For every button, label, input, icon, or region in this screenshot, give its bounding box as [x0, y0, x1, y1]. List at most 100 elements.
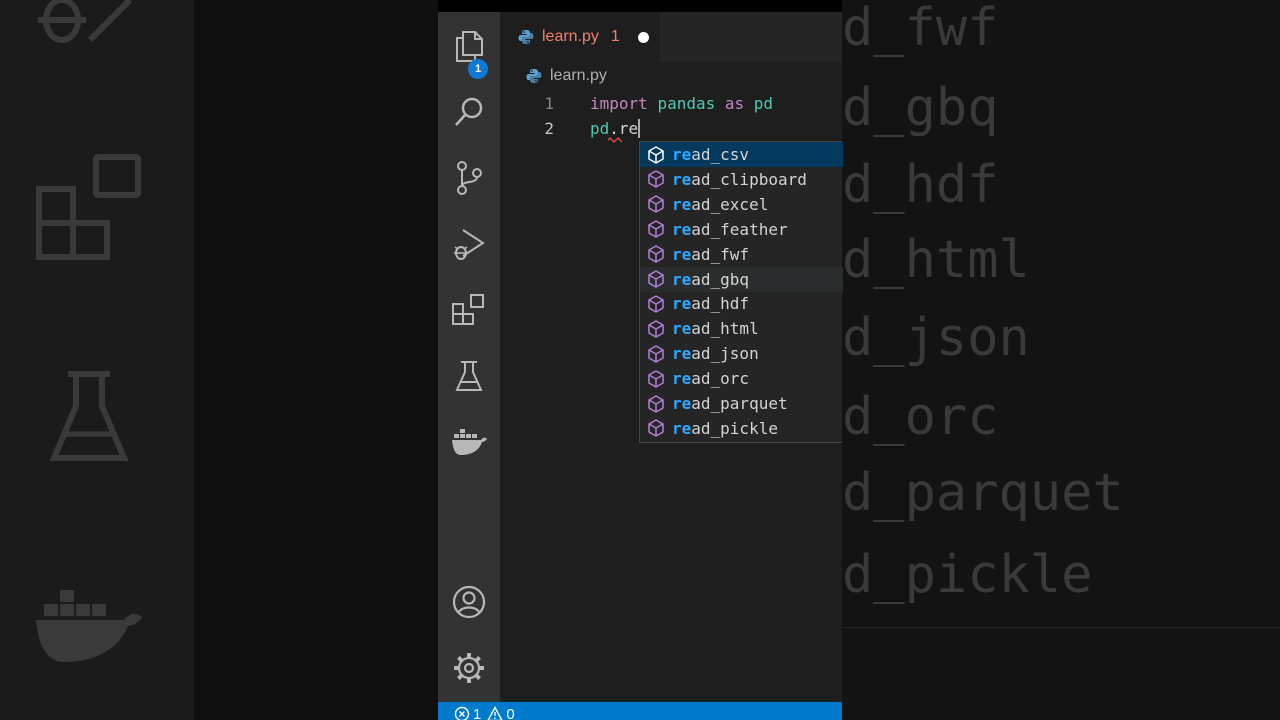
error-count: 1	[473, 705, 482, 720]
object-name: pd	[590, 119, 610, 138]
suggestion-item[interactable]: re ad_feather	[640, 217, 843, 242]
line-number: 1	[544, 94, 554, 113]
problems-indicator[interactable]: 1 0	[454, 702, 515, 720]
breadcrumb[interactable]: learn.py	[526, 64, 607, 88]
background-right-blurred: d_fwf d_gbq d_hdf d_html d_json d_orc d_…	[842, 0, 1280, 720]
suggestion-item[interactable]: re ad_orc	[640, 366, 843, 391]
code-line-1[interactable]: import pandas as pd	[590, 94, 773, 113]
activity-bar: 1	[438, 12, 500, 702]
text-cursor	[638, 118, 641, 138]
unsaved-dot-icon[interactable]	[637, 31, 649, 43]
suggestion-item[interactable]: re ad_json	[640, 341, 843, 366]
error-icon	[454, 706, 470, 720]
method-cube-icon	[648, 394, 664, 413]
tab-bar: learn.py 1	[500, 12, 842, 62]
method-cube-icon	[648, 170, 664, 189]
method-cube-icon	[648, 270, 664, 288]
line-number: 2	[544, 119, 554, 138]
suggestion-label: ad_html	[691, 319, 759, 339]
python-file-icon	[518, 30, 534, 44]
method-cube-icon	[648, 295, 664, 313]
suggestion-match: re	[672, 369, 692, 389]
settings-gear-icon[interactable]	[449, 648, 489, 688]
docker-icon[interactable]	[449, 422, 489, 462]
suggestion-item[interactable]: re ad_gbq	[640, 266, 843, 292]
run-debug-icon[interactable]	[449, 224, 489, 264]
search-icon[interactable]	[449, 92, 489, 132]
error-squiggle	[608, 137, 622, 143]
suggestion-match: re	[672, 169, 692, 189]
suggestion-match: re	[672, 294, 692, 314]
suggestion-item[interactable]: re ad_hdf	[640, 291, 843, 316]
suggestion-match: re	[672, 319, 692, 339]
explorer-badge: 1	[468, 59, 488, 79]
background-debug-icon	[38, 0, 133, 43]
autocomplete-suggestions: re ad_csv re ad_clipboard re ad_excel re ad_fea…	[639, 141, 843, 443]
warning-count: 0	[506, 705, 515, 720]
background-word: d_hdf	[842, 155, 999, 215]
background-extensions-icon	[36, 154, 141, 260]
method-cube-icon	[648, 344, 664, 363]
dot-operator: .	[609, 119, 619, 138]
python-file-icon	[526, 69, 542, 83]
suggestion-match: re	[672, 219, 692, 239]
tab-learn-py[interactable]: learn.py 1	[500, 12, 660, 62]
background-flask-icon	[49, 371, 129, 461]
suggestion-match: re	[672, 145, 692, 164]
suggestion-label: ad_parquet	[691, 394, 788, 413]
suggestion-item[interactable]: re ad_csv	[640, 142, 843, 167]
suggestion-item[interactable]: re ad_html	[640, 316, 843, 341]
module-alias: pd	[753, 94, 774, 113]
source-control-icon[interactable]	[449, 158, 489, 198]
background-word: d_gbq	[842, 78, 999, 138]
method-cube-icon	[648, 195, 664, 214]
suggestion-label: ad_clipboard	[691, 169, 807, 189]
tab-filename: learn.py	[542, 28, 599, 45]
suggestion-label: ad_fwf	[691, 244, 750, 264]
account-icon[interactable]	[449, 582, 489, 622]
suggestion-match: re	[672, 244, 692, 264]
background-word: d_fwf	[842, 0, 999, 58]
suggestion-label: ad_csv	[691, 145, 750, 164]
warning-icon	[487, 706, 503, 720]
method-cube-icon	[648, 369, 664, 388]
suggestion-label: ad_orc	[691, 369, 750, 389]
suggestion-label: ad_feather	[691, 219, 788, 239]
suggestion-item[interactable]: re ad_excel	[640, 192, 843, 217]
status-bar: 1 0	[438, 702, 842, 720]
suggestion-label: ad_excel	[691, 194, 769, 214]
background-word: d_parquet	[842, 463, 1124, 523]
breadcrumb-filename: learn.py	[550, 67, 607, 84]
background-word: d_pickle	[842, 545, 1093, 605]
editor-window: 1 learn.py 1 learn.py 1 2 import pandas …	[438, 0, 843, 720]
suggestion-match: re	[672, 344, 692, 364]
suggestion-item[interactable]: re ad_pickle	[640, 416, 843, 441]
method-cube-icon	[648, 419, 664, 438]
suggestion-label: ad_gbq	[691, 269, 750, 289]
suggestion-item[interactable]: re ad_clipboard	[640, 167, 843, 192]
background-divider	[842, 627, 1280, 628]
module-name: pandas	[657, 94, 716, 113]
keyword-import: import	[590, 94, 648, 113]
extensions-icon[interactable]	[449, 290, 489, 330]
background-word: d_json	[842, 308, 1030, 368]
code-line-2[interactable]: pd.re	[590, 118, 641, 138]
keyword-as: as	[724, 94, 745, 113]
typed-text: re	[618, 119, 639, 138]
method-cube-icon	[648, 320, 664, 338]
suggestion-match: re	[672, 194, 692, 214]
title-bar	[438, 0, 842, 12]
suggestion-item[interactable]: re ad_fwf	[640, 242, 843, 267]
method-cube-icon	[648, 220, 664, 238]
suggestion-match: re	[672, 394, 692, 413]
tab-problem-count: 1	[610, 28, 620, 45]
suggestion-label: ad_pickle	[691, 418, 778, 438]
method-cube-icon	[648, 245, 664, 263]
method-cube-icon	[648, 145, 664, 164]
suggestion-label: ad_json	[691, 344, 759, 364]
background-docker-icon	[36, 590, 142, 662]
suggestion-match: re	[672, 418, 692, 438]
suggestion-item[interactable]: re ad_parquet	[640, 391, 843, 416]
background-word: d_orc	[842, 387, 999, 447]
testing-icon[interactable]	[449, 356, 489, 396]
